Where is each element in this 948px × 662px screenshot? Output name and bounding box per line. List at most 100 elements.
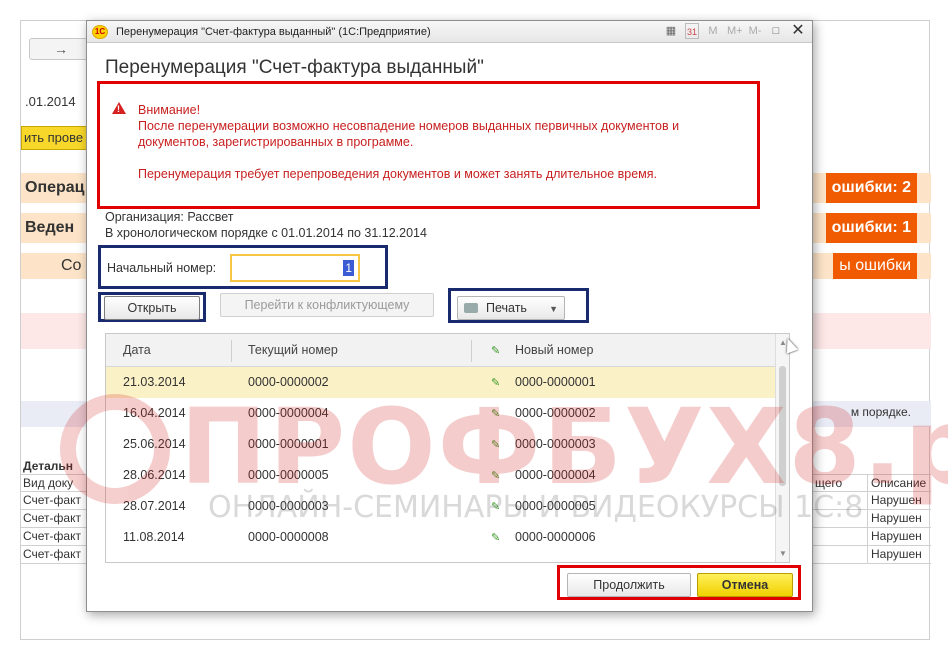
row-new-number[interactable]: ✎ 0000-0000004: [471, 460, 781, 492]
row-description: Нарушен: [867, 492, 929, 509]
row-new-number[interactable]: ✎ 0000-0000002: [471, 398, 781, 430]
grid-header: Дата Текущий номер ✎ Новый номер: [106, 334, 789, 367]
row-new-number-value: 0000-0000006: [515, 530, 596, 544]
maximize-icon[interactable]: □: [769, 23, 783, 39]
warning-line-3: Перенумерация требует перепроведения док…: [138, 167, 657, 181]
pencil-icon: ✎: [491, 470, 501, 482]
form-heading: Перенумерация "Счет-фактура выданный": [105, 57, 484, 78]
table-row[interactable]: 21.03.2014 0000-0000002 ✎ 0000-0000001: [106, 367, 789, 398]
row-date: 16.04.2014: [123, 406, 186, 420]
nav-forward-button[interactable]: →: [29, 38, 93, 60]
go-to-conflict-button[interactable]: Перейти к конфликтующему: [220, 293, 434, 317]
row-new-number[interactable]: ✎ 0000-0000005: [471, 491, 781, 523]
open-button-frame: Открыть: [98, 292, 206, 322]
row-description: Нарушен: [867, 510, 929, 527]
renumbering-dialog: 1С Перенумерация "Счет-фактура выданный"…: [86, 20, 813, 612]
row-description: Нарушен: [867, 528, 929, 545]
column-date[interactable]: Дата: [106, 334, 151, 367]
period-label: В хронологическом порядке с 01.01.2014 п…: [105, 226, 427, 240]
date-field[interactable]: .01.2014: [21, 91, 85, 113]
title-bar[interactable]: 1С Перенумерация "Счет-фактура выданный"…: [87, 21, 812, 43]
close-icon[interactable]: ✕: [790, 23, 806, 39]
start-number-label: Начальный номер:: [107, 261, 217, 275]
continue-button[interactable]: Продолжить: [567, 573, 691, 597]
table-row[interactable]: 16.04.2014 0000-0000004 ✎ 0000-0000002: [106, 398, 789, 429]
row-current-number: 0000-0000008: [248, 530, 329, 544]
window-title: Перенумерация "Счет-фактура выданный" (1…: [116, 25, 431, 38]
row-description: Нарушен: [867, 546, 929, 563]
organization-label: Организация: Рассвет: [105, 210, 234, 224]
table-row[interactable]: 28.06.2014 0000-0000005 ✎ 0000-0000004: [106, 460, 789, 491]
row-new-number-value: 0000-0000002: [515, 406, 596, 420]
warning-title: Внимание!: [138, 103, 201, 117]
header-description: Описание: [867, 475, 929, 492]
row-current-number: 0000-0000004: [248, 406, 329, 420]
memory-minus-button[interactable]: M-: [748, 23, 762, 39]
column-new-number-label: Новый номер: [515, 343, 594, 357]
start-number-frame: Начальный номер: 1: [98, 245, 388, 289]
print-button[interactable]: Печать ▼: [457, 296, 565, 320]
memory-m-button[interactable]: M: [706, 23, 720, 39]
pencil-icon: ✎: [491, 501, 501, 513]
row-doc-type: Счет-факт: [23, 547, 81, 561]
table-row[interactable]: 28.07.2014 0000-0000003 ✎ 0000-0000005: [106, 491, 789, 522]
row-new-number[interactable]: ✎ 0000-0000006: [471, 522, 781, 554]
row-current-number: 0000-0000002: [248, 375, 329, 389]
row-date: 11.08.2014: [123, 530, 185, 544]
row-current-number: 0000-0000003: [248, 499, 329, 513]
print-button-frame: Печать ▼: [448, 288, 589, 323]
memory-plus-button[interactable]: M+: [727, 23, 743, 39]
printer-icon: [464, 303, 478, 313]
warning-icon: !: [112, 102, 126, 114]
pencil-icon: ✎: [491, 408, 501, 420]
warning-line-1: После перенумерации возможно несовпадени…: [138, 119, 680, 133]
1c-logo-icon: 1С: [92, 24, 108, 39]
row-date: 28.07.2014: [123, 499, 186, 513]
row-current-number: 0000-0000001: [248, 437, 329, 451]
row-doc-type: Счет-факт: [23, 511, 81, 525]
warning-text: Внимание! После перенумерации возможно н…: [138, 102, 679, 182]
info-text: Организация: Рассвет В хронологическом п…: [105, 209, 427, 241]
column-current-number[interactable]: Текущий номер: [231, 334, 338, 367]
row-new-number-value: 0000-0000004: [515, 468, 596, 482]
row-new-number[interactable]: ✎ 0000-0000003: [471, 429, 781, 461]
start-number-input[interactable]: 1: [230, 254, 360, 282]
footer-buttons-frame: Продолжить Отмена: [557, 565, 801, 600]
start-number-value: 1: [343, 260, 354, 276]
open-button[interactable]: Открыть: [104, 296, 200, 320]
pencil-icon: ✎: [491, 532, 501, 544]
scroll-thumb[interactable]: [779, 366, 786, 486]
title-bar-tools: ▦ 31 M M+ M- □ ✕: [664, 23, 806, 39]
row-date: 25.06.2014: [123, 437, 186, 451]
pencil-icon: ✎: [491, 345, 501, 357]
row-date: 28.06.2014: [123, 468, 186, 482]
renumbering-grid: Дата Текущий номер ✎ Новый номер 21.03.20…: [105, 333, 790, 563]
cancel-button[interactable]: Отмена: [697, 573, 793, 597]
calendar-icon[interactable]: 31: [685, 23, 699, 39]
grid-scrollbar[interactable]: ▲ ▼: [775, 334, 789, 562]
row-doc-type: Счет-факт: [23, 493, 81, 507]
check-button[interactable]: ить прове: [21, 126, 89, 150]
operations-errors-badge[interactable]: ошибки: 2: [825, 173, 917, 203]
warning-box: ! Внимание! После перенумерации возможно…: [97, 81, 760, 209]
row-new-number[interactable]: ✎ 0000-0000001: [471, 367, 781, 399]
calculator-icon[interactable]: ▦: [664, 23, 678, 39]
scroll-down-icon[interactable]: ▼: [779, 549, 787, 558]
table-row[interactable]: 11.08.2014 0000-0000008 ✎ 0000-0000006: [106, 522, 789, 553]
summary-errors-badge[interactable]: ы ошибки: [833, 253, 917, 279]
row-date: 21.03.2014: [123, 375, 186, 389]
warning-line-2: документов, зарегистрированных в програм…: [138, 135, 414, 149]
header-doc-type: Вид доку: [23, 476, 74, 490]
chevron-down-icon: ▼: [549, 304, 558, 314]
pencil-icon: ✎: [491, 377, 501, 389]
info-band-text: м порядке.: [850, 405, 911, 419]
column-new-number[interactable]: ✎ Новый номер: [471, 334, 593, 368]
row-current-number: 0000-0000005: [248, 468, 329, 482]
row-new-number-value: 0000-0000003: [515, 437, 596, 451]
pencil-icon: ✎: [491, 439, 501, 451]
row-new-number-value: 0000-0000001: [515, 375, 596, 389]
table-row[interactable]: 25.06.2014 0000-0000001 ✎ 0000-0000003: [106, 429, 789, 460]
ledger-errors-badge[interactable]: ошибки: 1: [825, 213, 917, 243]
details-section-label: Детальн: [23, 459, 74, 473]
print-label: Печать: [486, 301, 527, 315]
